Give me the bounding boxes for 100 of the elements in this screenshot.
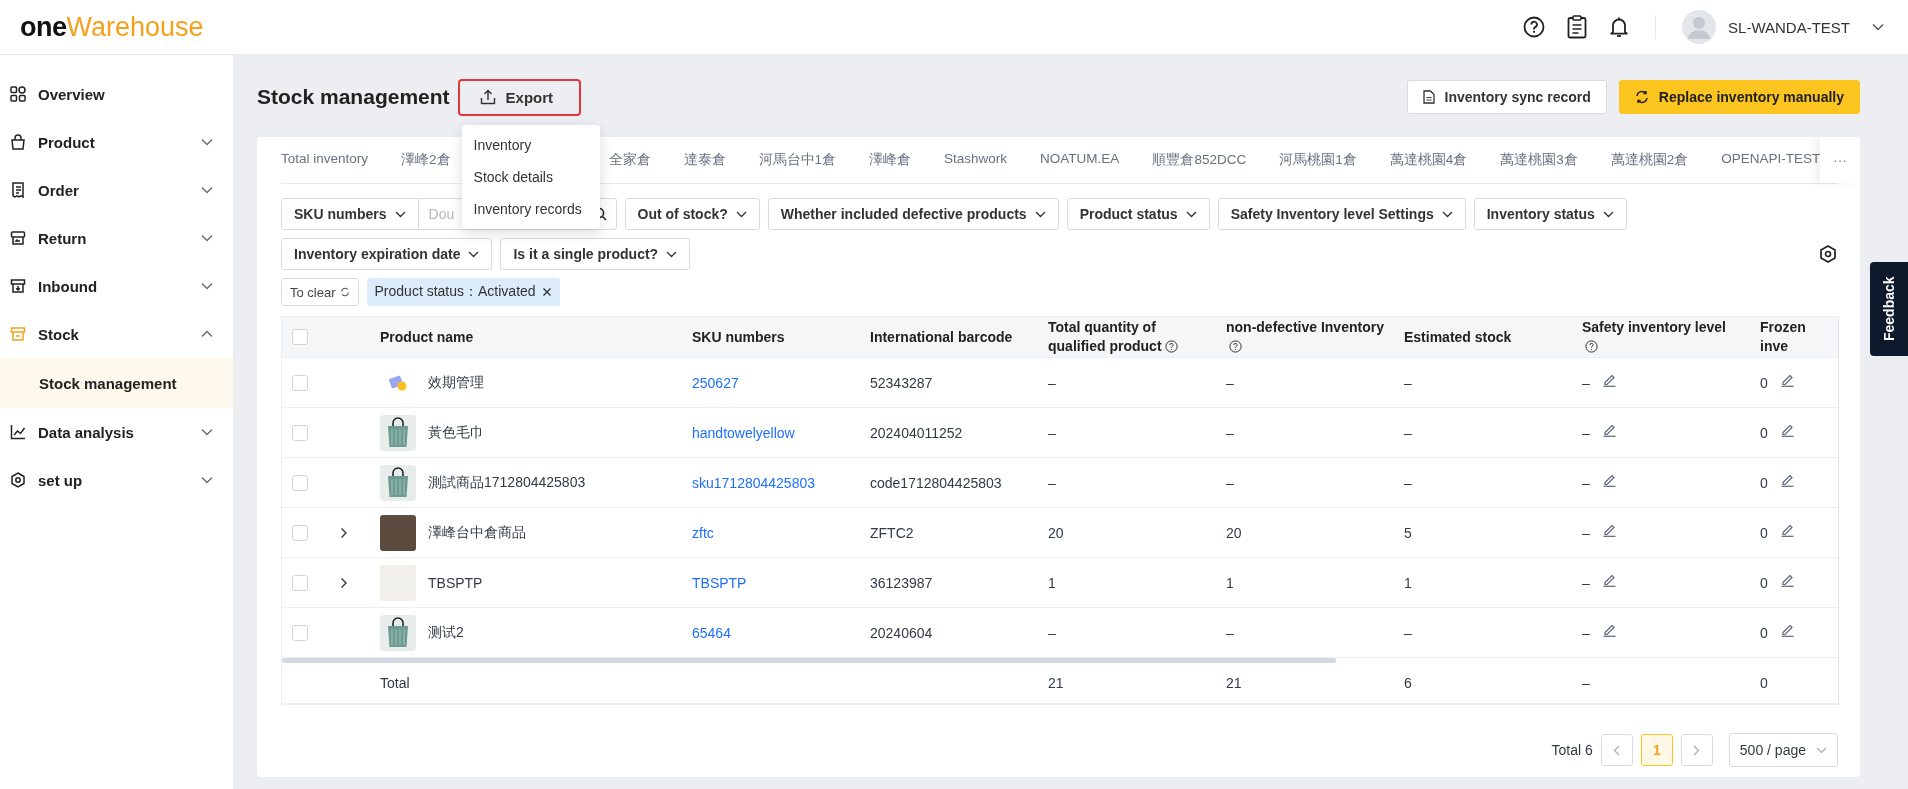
sidebar-item[interactable]: Overview (0, 70, 233, 118)
clipboard-icon[interactable] (1567, 15, 1588, 39)
chevron-left-icon (1613, 744, 1621, 756)
column-header: SKU numbers (691, 327, 786, 347)
column-header: Safety inventory level (1572, 318, 1750, 356)
filter-dropdown[interactable]: Inventory status (1473, 198, 1627, 230)
sku-link[interactable]: 250627 (692, 374, 739, 391)
edit-icon[interactable] (1779, 572, 1795, 587)
warehouse-tab[interactable]: 達泰倉 (683, 151, 726, 169)
select-all-checkbox[interactable] (292, 329, 308, 345)
warehouse-tab[interactable]: 萬達桃園2倉 (1610, 151, 1689, 169)
document-icon (1422, 90, 1435, 104)
menu-item[interactable]: Stock details (461, 160, 600, 193)
expand-icon[interactable] (340, 576, 348, 589)
row-checkbox[interactable] (292, 624, 308, 641)
sku-link[interactable]: TBSPTP (692, 574, 747, 591)
sku-link[interactable]: zftc (692, 524, 714, 541)
close-icon[interactable] (541, 287, 552, 297)
sidebar-item[interactable]: set up (0, 456, 233, 504)
sku-link[interactable]: sku1712804425803 (692, 474, 815, 491)
quantity-cell: – (1226, 474, 1234, 491)
safety-level-cell: – (1582, 424, 1590, 441)
filter-dropdown[interactable]: Inventory expiration date (281, 238, 493, 270)
filter-dropdown[interactable]: Safety Inventory level Settings (1217, 198, 1466, 230)
user-name[interactable]: SL-WANDA-TEST (1728, 18, 1850, 36)
replace-inventory-button[interactable]: Replace inventory manually (1618, 80, 1860, 114)
frozen-cell: 0 (1760, 424, 1768, 441)
warehouse-tab[interactable]: NOATUM.EA (1040, 151, 1120, 169)
filter-dropdown[interactable]: Is it a single product? (500, 238, 691, 270)
quantity-cell: 1 (1226, 574, 1234, 591)
quantity-cell: – (1226, 374, 1234, 391)
page-size-select[interactable]: 500 / page (1728, 733, 1838, 767)
sku-link[interactable]: 65464 (692, 624, 731, 641)
photo-placeholder (380, 514, 416, 551)
expand-icon[interactable] (340, 526, 348, 539)
search-field-select[interactable]: SKU numbers (281, 198, 419, 230)
menu-item[interactable]: Inventory records (461, 192, 600, 225)
warehouse-tab[interactable]: 澤峰倉 (869, 151, 912, 169)
export-button[interactable]: Export (457, 78, 582, 116)
warehouse-tab[interactable]: 萬達桃園3倉 (1500, 151, 1578, 169)
bell-icon[interactable] (1609, 16, 1630, 38)
frozen-cell: 0 (1760, 624, 1768, 641)
edit-icon[interactable] (1601, 472, 1617, 487)
row-checkbox[interactable] (292, 424, 308, 441)
row-checkbox[interactable] (292, 524, 308, 541)
sidebar-item[interactable]: Inbound (0, 262, 233, 310)
edit-icon[interactable] (1601, 372, 1617, 387)
barcode-cell: code1712804425803 (870, 474, 1002, 491)
edit-icon[interactable] (1601, 422, 1617, 437)
filter-dropdown[interactable]: Product status (1066, 198, 1210, 230)
sidebar-item[interactable]: Return (0, 214, 233, 262)
sku-link[interactable]: handtowelyellow (692, 424, 795, 441)
menu-item[interactable]: Inventory (461, 128, 600, 161)
edit-icon[interactable] (1601, 522, 1617, 537)
edit-icon[interactable] (1779, 622, 1795, 637)
warehouse-tab[interactable]: Stashwork (944, 151, 1008, 169)
sidebar-subitem[interactable]: Stock management (0, 358, 233, 408)
edit-icon[interactable] (1601, 572, 1617, 587)
filter-dropdown[interactable]: Whether included defective products (767, 198, 1059, 230)
sync-record-button[interactable]: Inventory sync record (1406, 80, 1607, 114)
settings-icon[interactable] (1818, 244, 1838, 264)
warehouse-tab[interactable]: 全家倉 (608, 151, 651, 169)
bag-thumbnail (380, 414, 416, 451)
scrollbar[interactable] (282, 658, 1336, 663)
chevron-down-icon (735, 210, 747, 218)
edit-icon[interactable] (1779, 522, 1795, 537)
row-checkbox[interactable] (292, 574, 308, 591)
warehouse-tab[interactable]: Total inventory (281, 151, 369, 169)
filter-dropdown[interactable]: Out of stock? (624, 198, 760, 230)
upload-icon (479, 89, 496, 105)
edit-icon[interactable] (1779, 472, 1795, 487)
edit-icon[interactable] (1601, 622, 1617, 637)
edit-icon[interactable] (1779, 372, 1795, 387)
sidebar-item[interactable]: Product (0, 118, 233, 166)
chevron-down-icon[interactable] (1872, 23, 1884, 31)
chevron-down-icon (1441, 210, 1453, 218)
feedback-tab[interactable]: Feedback (1870, 262, 1908, 356)
warehouse-tab[interactable]: OPENAPI-TEST (1721, 151, 1820, 169)
warehouse-tab[interactable]: 河馬桃園1倉 (1279, 151, 1357, 169)
safety-level-cell: – (1582, 624, 1590, 641)
row-checkbox[interactable] (292, 374, 308, 391)
bag-thumbnail (380, 464, 416, 501)
warehouse-tab[interactable]: 順豐倉852DCC (1152, 151, 1247, 169)
barcode-cell: ZFTC2 (870, 524, 914, 541)
warehouse-tab[interactable]: 澤峰2倉 (401, 151, 451, 169)
bag-thumbnail (380, 614, 416, 651)
more-tabs-button[interactable]: ··· (1820, 137, 1860, 183)
quantity-cell: – (1226, 624, 1234, 641)
total-cell: – (1582, 675, 1590, 691)
sidebar-item[interactable]: Data analysis (0, 408, 233, 456)
sidebar-item[interactable]: Stock (0, 310, 233, 358)
edit-icon[interactable] (1779, 422, 1795, 437)
quantity-cell: – (1404, 474, 1412, 491)
row-checkbox[interactable] (292, 474, 308, 491)
help-icon[interactable] (1523, 16, 1546, 38)
clear-filters-button[interactable]: To clear (281, 278, 359, 306)
warehouse-tab[interactable]: 萬達桃園4倉 (1389, 151, 1468, 169)
warehouse-tab[interactable]: 河馬台中1倉 (758, 151, 837, 169)
sidebar-item[interactable]: Order (0, 166, 233, 214)
column-header: International barcode (869, 327, 1014, 347)
